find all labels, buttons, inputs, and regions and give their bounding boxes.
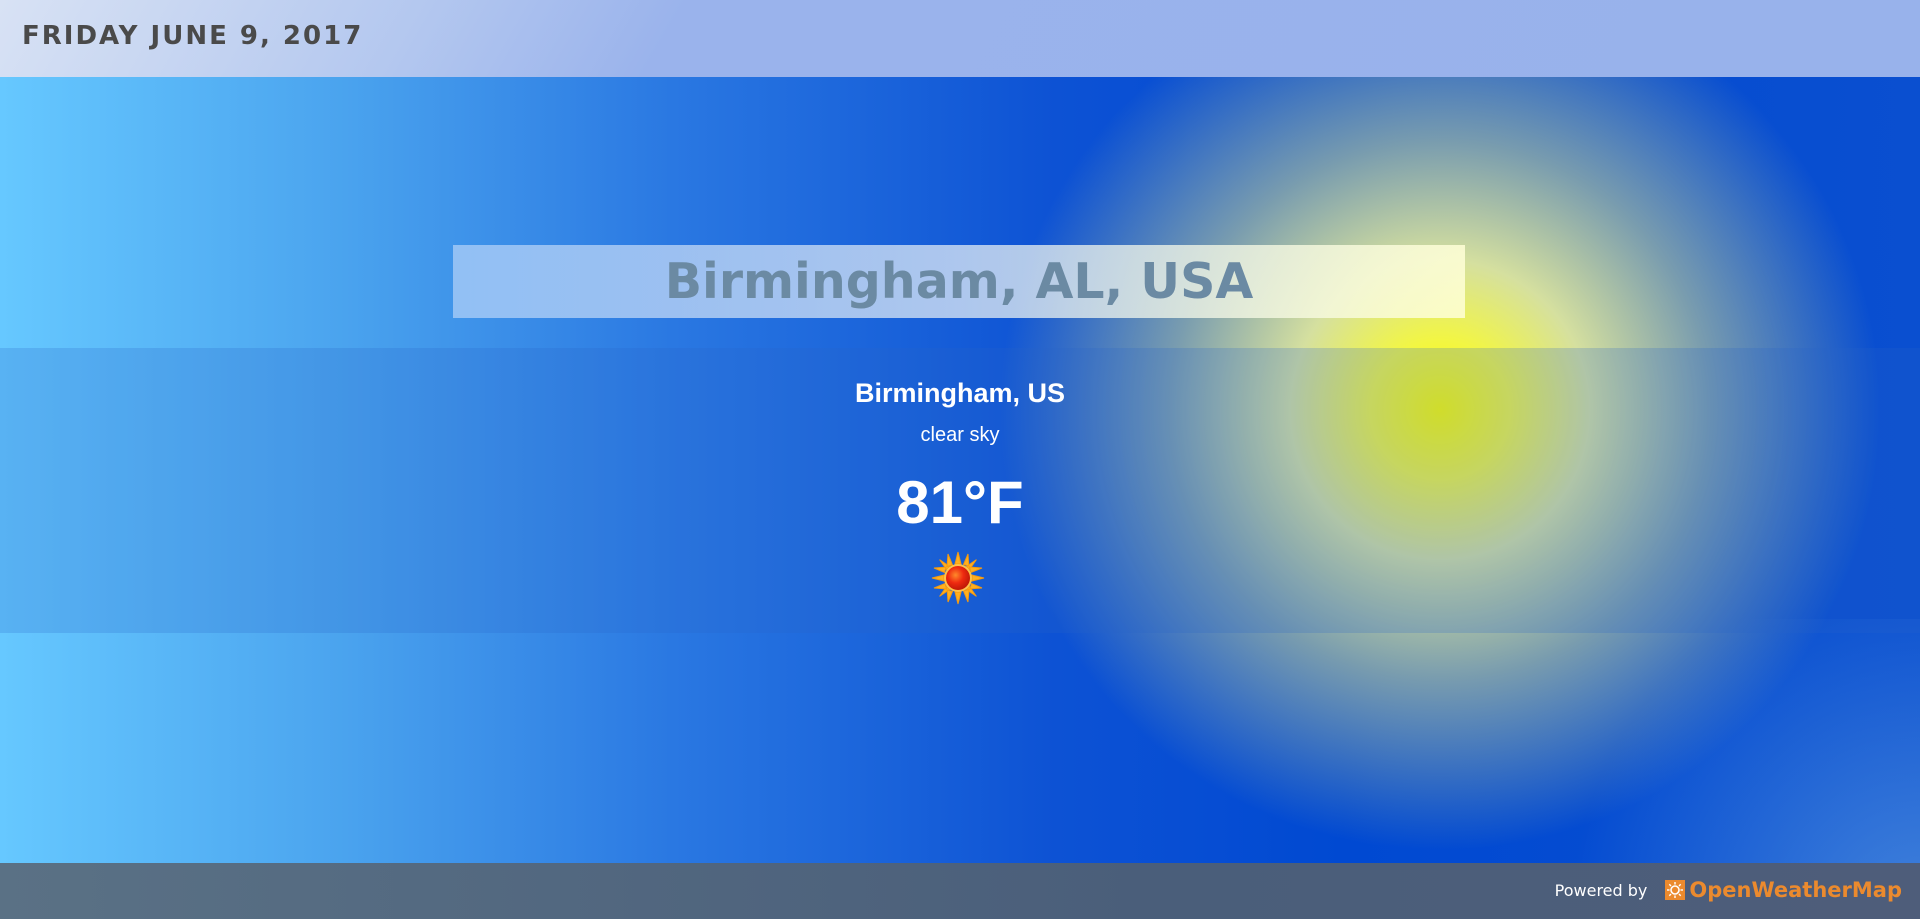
- footer: Powered by OpenWeatherMap: [0, 863, 1920, 919]
- city-banner: Birmingham, AL, USA: [453, 245, 1465, 318]
- date-header: FRIDAY JUNE 9, 2017: [0, 0, 1920, 77]
- powered-by-label: Powered by: [1554, 880, 1648, 900]
- city-banner-title: Birmingham, AL, USA: [664, 253, 1254, 310]
- openweathermap-logo-icon: [1665, 880, 1686, 900]
- weather-temperature: 81°F: [896, 469, 1024, 536]
- current-date: FRIDAY JUNE 9, 2017: [22, 21, 364, 51]
- weather-location: Birmingham, US: [854, 378, 1066, 408]
- powered-by: Powered by OpenWeatherMap: [1555, 878, 1902, 902]
- weather-description: clear sky: [920, 424, 1000, 446]
- sun-icon: [930, 550, 986, 606]
- weather-page: FRIDAY JUNE 9, 2017 Birmingham, AL, USA …: [0, 0, 1920, 919]
- openweathermap-name: OpenWeatherMap: [1689, 878, 1902, 902]
- openweathermap-link[interactable]: OpenWeatherMap: [1665, 878, 1902, 902]
